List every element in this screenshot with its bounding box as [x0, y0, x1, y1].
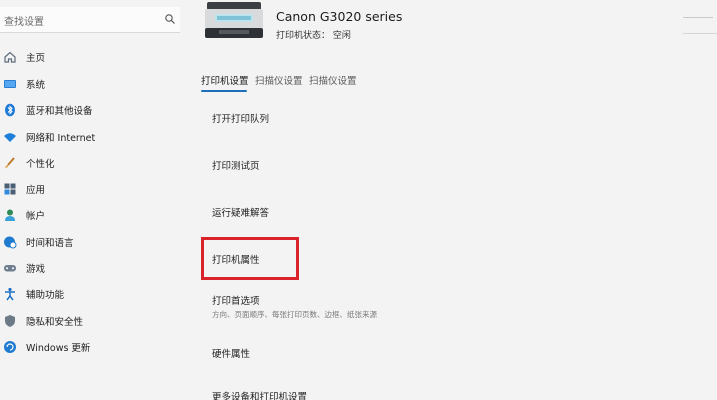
- setting-more-devices-printers[interactable]: 更多设备和打印机设置: [201, 384, 717, 400]
- setting-open-print-queue[interactable]: 打开打印队列: [201, 106, 717, 144]
- setting-label: 打印首选项: [212, 296, 260, 307]
- setting-run-troubleshooter[interactable]: 运行疑难解答: [201, 200, 717, 238]
- search-box[interactable]: 查找设置: [0, 7, 180, 33]
- wifi-icon: [4, 133, 16, 142]
- brush-icon: [5, 157, 15, 168]
- highlight-annotation-box: [201, 237, 299, 280]
- printer-name: Canon G3020 series: [276, 9, 403, 24]
- sidebar-item-label: 蓝牙和其他设备: [26, 106, 93, 117]
- sidebar-item-label: Windows 更新: [26, 343, 91, 354]
- monitor-icon: [4, 80, 16, 88]
- sidebar-item-label: 时间和语言: [26, 238, 74, 249]
- setting-label: 运行疑难解答: [212, 208, 270, 219]
- sidebar-item-apps[interactable]: 应用: [0, 177, 185, 201]
- sidebar-item-label: 系统: [26, 80, 46, 91]
- search-icon[interactable]: [164, 13, 176, 25]
- tab-scanner-settings-2[interactable]: 扫描仪设置: [309, 73, 357, 87]
- sidebar-item-label: 应用: [26, 185, 46, 196]
- person-icon: [5, 209, 15, 221]
- divider: [683, 17, 713, 18]
- globe-clock-icon: [4, 236, 17, 249]
- printer-image: [205, 2, 263, 38]
- tab-scanner-settings[interactable]: 扫描仪设置: [255, 73, 303, 87]
- sidebar-item-label: 网络和 Internet: [26, 133, 96, 144]
- sidebar-item-time-language[interactable]: 时间和语言: [0, 230, 185, 254]
- search-input[interactable]: 查找设置: [4, 13, 44, 28]
- setting-label: 更多设备和打印机设置: [212, 392, 308, 400]
- setting-description: 方向、页面顺序、每张打印页数、边框、纸张来源: [212, 310, 377, 319]
- printer-status: 打印机状态： 空闲: [276, 31, 351, 41]
- setting-label: 打开打印队列: [212, 114, 270, 125]
- gamepad-icon: [4, 265, 16, 272]
- sidebar-item-label: 主页: [26, 53, 46, 64]
- sidebar-item-accounts[interactable]: 帐户: [0, 203, 185, 227]
- sidebar-item-windows-update[interactable]: Windows 更新: [0, 335, 185, 359]
- tab-printer-settings[interactable]: 打印机设置: [201, 73, 249, 87]
- sidebar-item-label: 个性化: [26, 159, 55, 170]
- sidebar-item-network[interactable]: 网络和 Internet: [0, 125, 185, 149]
- sidebar-item-accessibility[interactable]: 辅助功能: [0, 282, 185, 306]
- update-icon: [4, 341, 16, 353]
- setting-label: 硬件属性: [212, 349, 251, 360]
- sidebar-item-label: 辅助功能: [26, 290, 65, 301]
- sidebar-item-label: 帐户: [26, 211, 46, 222]
- divider: [683, 33, 717, 34]
- active-tab-indicator: [201, 90, 247, 92]
- setting-printing-preferences[interactable]: 打印首选项 方向、页面顺序、每张打印页数、边框、纸张来源: [201, 288, 717, 326]
- bluetooth-icon: [5, 103, 15, 117]
- sidebar-item-label: 隐私和安全性: [26, 317, 84, 328]
- sidebar-item-bluetooth[interactable]: 蓝牙和其他设备: [0, 98, 185, 122]
- setting-hardware-properties[interactable]: 硬件属性: [201, 341, 717, 379]
- apps-icon: [4, 183, 16, 195]
- sidebar: 查找设置 主页 系统 蓝牙和其他设备 网络和 Internet 个性化 应用 帐…: [0, 0, 190, 400]
- sidebar-item-home[interactable]: 主页: [0, 45, 185, 69]
- setting-label: 打印测试页: [212, 161, 260, 172]
- sidebar-item-system[interactable]: 系统: [0, 72, 185, 96]
- setting-print-test-page[interactable]: 打印测试页: [201, 153, 717, 191]
- sidebar-item-personalization[interactable]: 个性化: [0, 151, 185, 175]
- sidebar-item-privacy[interactable]: 隐私和安全性: [0, 309, 185, 333]
- shield-icon: [5, 315, 15, 327]
- home-icon: [4, 51, 16, 63]
- sidebar-item-label: 游戏: [26, 264, 46, 275]
- sidebar-item-gaming[interactable]: 游戏: [0, 256, 185, 280]
- accessibility-icon: [5, 287, 15, 301]
